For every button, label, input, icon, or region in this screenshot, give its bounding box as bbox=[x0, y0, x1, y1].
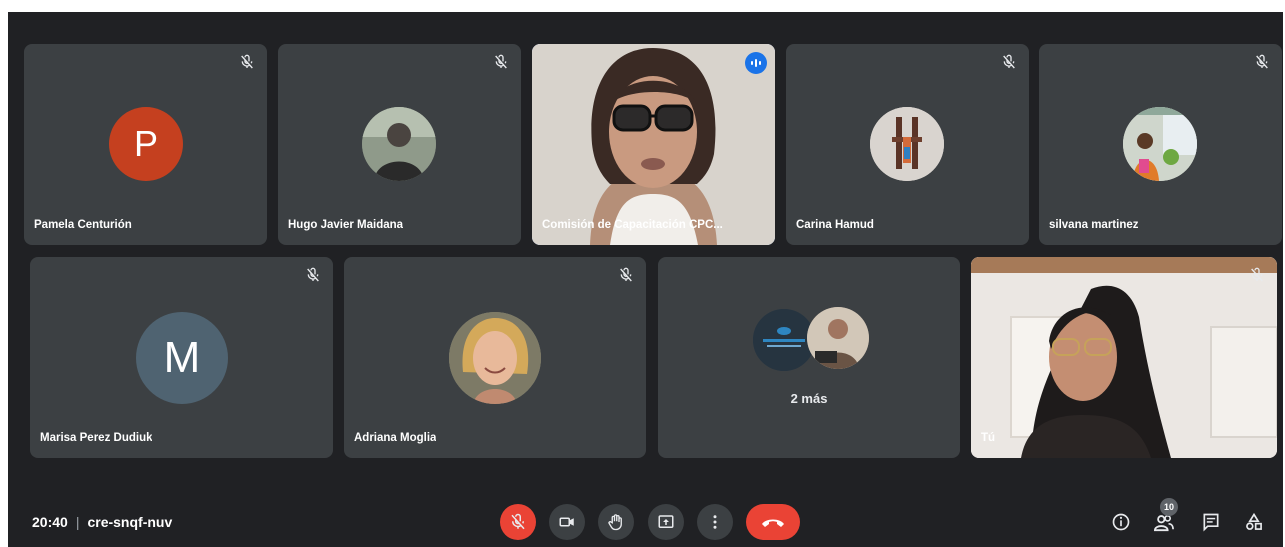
chat-icon bbox=[1203, 513, 1219, 532]
participant-tile-hugo[interactable]: Hugo Javier Maidana bbox=[278, 44, 521, 245]
mic-off-icon bbox=[305, 267, 321, 283]
chat-button[interactable] bbox=[1197, 508, 1225, 536]
participant-name: Comisión de Capacitación CPC... bbox=[542, 219, 723, 231]
bottom-control-bar: 20:40 | cre-snqf-nuv 10 bbox=[8, 494, 1283, 547]
participant-tile-carina[interactable]: Carina Hamud bbox=[786, 44, 1029, 245]
avatar: M bbox=[136, 312, 228, 404]
present-screen-button[interactable] bbox=[648, 504, 684, 540]
camera-toggle-button[interactable] bbox=[549, 504, 585, 540]
participant-tile-marisa[interactable]: M Marisa Perez Dudiuk bbox=[30, 257, 333, 458]
avatar bbox=[870, 107, 944, 181]
raise-hand-button[interactable] bbox=[598, 504, 634, 540]
mic-off-icon bbox=[1254, 54, 1270, 70]
participant-name: Marisa Perez Dudiuk bbox=[40, 432, 153, 444]
profile-photo bbox=[1123, 107, 1197, 181]
mic-off-icon bbox=[1249, 267, 1265, 283]
participant-tile-pamela[interactable]: P Pamela Centurión bbox=[24, 44, 267, 245]
mic-off-icon bbox=[509, 513, 527, 531]
participant-tile-silvana[interactable]: silvana martinez bbox=[1039, 44, 1282, 245]
self-video-feed bbox=[971, 257, 1277, 458]
organization-logo bbox=[753, 309, 815, 371]
video-feed bbox=[532, 44, 775, 245]
participants-button[interactable]: 10 bbox=[1150, 498, 1178, 536]
microphone-toggle-button[interactable] bbox=[500, 504, 536, 540]
activities-button[interactable] bbox=[1240, 508, 1268, 536]
meeting-code: cre-snqf-nuv bbox=[87, 514, 173, 530]
participant-name: Adriana Moglia bbox=[354, 432, 437, 444]
info-icon bbox=[1112, 513, 1130, 531]
activities-icon bbox=[1246, 512, 1262, 530]
profile-photo bbox=[807, 307, 869, 369]
meeting-info-separator: | bbox=[75, 514, 80, 530]
participant-name: Pamela Centurión bbox=[34, 219, 132, 231]
mic-off-icon bbox=[239, 54, 255, 70]
profile-photo bbox=[362, 107, 436, 181]
meet-app: P Pamela Centurión Hugo Javier Maidana C… bbox=[8, 12, 1283, 547]
meeting-time: 20:40 bbox=[32, 514, 68, 530]
participant-count-badge: 10 bbox=[1160, 498, 1178, 516]
avatar: P bbox=[109, 107, 183, 181]
participant-name: Carina Hamud bbox=[796, 219, 874, 231]
avatar bbox=[362, 107, 436, 181]
avatar-initial: P bbox=[133, 123, 158, 164]
hang-up-icon bbox=[762, 519, 784, 527]
present-screen-icon bbox=[658, 515, 674, 528]
camera-icon bbox=[559, 517, 574, 527]
participant-tile-adriana[interactable]: Adriana Moglia bbox=[344, 257, 646, 458]
raise-hand-icon bbox=[608, 514, 622, 531]
participant-tile-self[interactable]: Tú bbox=[971, 257, 1277, 458]
avatar-initial: M bbox=[163, 333, 201, 382]
profile-photo bbox=[449, 312, 541, 404]
participant-name: Tú bbox=[981, 432, 996, 444]
avatar bbox=[807, 307, 869, 369]
profile-photo bbox=[870, 107, 944, 181]
participant-name: Hugo Javier Maidana bbox=[288, 219, 404, 231]
mic-off-icon bbox=[618, 267, 634, 283]
more-participants-label: 2 más bbox=[790, 391, 828, 406]
mic-off-icon bbox=[1001, 54, 1017, 70]
participant-tile-comision[interactable]: Comisión de Capacitación CPC... bbox=[532, 44, 775, 245]
speaking-indicator-icon bbox=[745, 52, 767, 74]
meeting-details-button[interactable] bbox=[1107, 508, 1135, 536]
leave-call-button[interactable] bbox=[746, 504, 800, 540]
avatar bbox=[449, 312, 541, 404]
participant-name: silvana martinez bbox=[1049, 219, 1139, 231]
mic-off-icon bbox=[493, 54, 509, 70]
meeting-info: 20:40 | cre-snqf-nuv bbox=[32, 514, 172, 530]
avatar bbox=[1123, 107, 1197, 181]
more-options-button[interactable] bbox=[697, 504, 733, 540]
more-participants-tile[interactable]: 2 más bbox=[658, 257, 960, 458]
more-options-icon bbox=[713, 515, 717, 529]
